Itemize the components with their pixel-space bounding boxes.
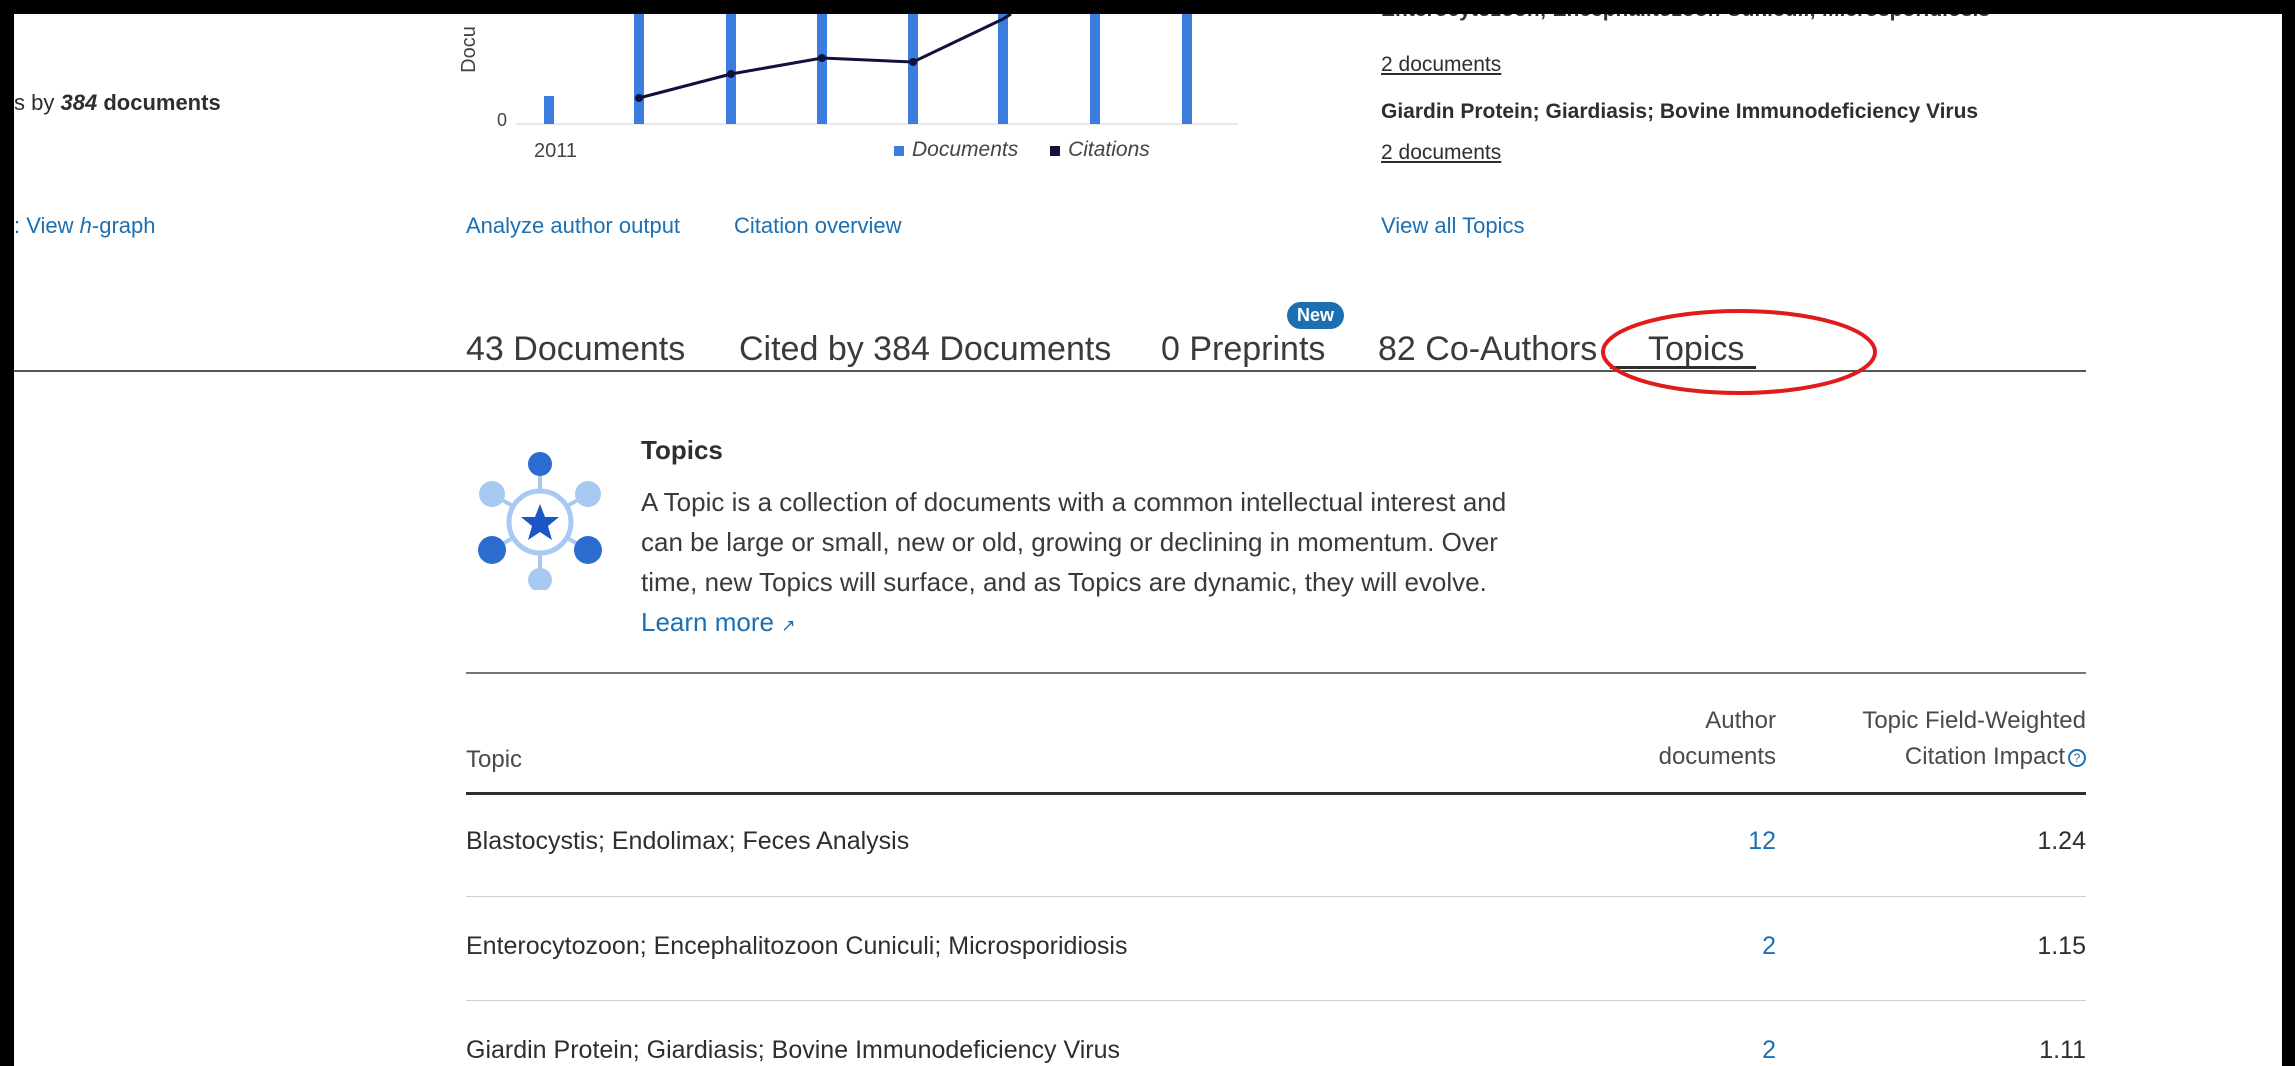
new-badge: New	[1287, 302, 1345, 329]
bar	[1182, 14, 1192, 124]
row-1-topic: Blastocystis; Endolimax; Feces Analysis	[466, 827, 910, 855]
tab-co-authors[interactable]: 82 Co-Authors	[1378, 330, 1597, 369]
cited-by-summary: s by 384 documents	[14, 90, 221, 116]
table-header-rule	[466, 792, 2086, 795]
view-h-graph-link[interactable]: View h-graph	[26, 213, 155, 238]
topic-partial-text: Enterocytozoon; Encephalitozoon Cuniculi…	[1381, 14, 1990, 22]
bar	[726, 14, 736, 124]
tab-documents[interactable]: 43 Documents	[466, 330, 685, 369]
row-2-author-documents-link[interactable]: 2	[1614, 932, 1776, 961]
citation-overview-link[interactable]: Citation overview	[734, 213, 902, 239]
h-graph-view-text: View	[26, 213, 74, 238]
bar	[817, 14, 827, 124]
bar	[998, 14, 1008, 124]
h-graph-rest: -graph	[91, 213, 156, 238]
row-divider	[466, 896, 2086, 897]
topic-2-documents-link[interactable]: 2 documents	[1381, 141, 1501, 165]
bar	[1090, 14, 1100, 124]
col-header-author-line1: Author	[1705, 707, 1776, 734]
h-graph-h: h	[79, 213, 92, 238]
citation-point	[727, 70, 735, 78]
external-link-icon: ↗	[781, 616, 796, 635]
bar	[634, 14, 644, 124]
topics-info-line-3: time, new Topics will surface, and as To…	[641, 567, 1487, 597]
chart-bars	[544, 14, 1192, 124]
col-header-author-documents: Author documents	[1564, 703, 1776, 775]
view-all-topics-link[interactable]: View all Topics	[1381, 213, 1524, 239]
row-3-fwci: 1.11	[2039, 1036, 2086, 1064]
help-icon[interactable]: ?	[2068, 748, 2086, 767]
legend-documents: Documents	[912, 138, 1019, 161]
legend-documents-swatch	[894, 146, 904, 156]
author-chart: Docu 0 2011 Documents Citations	[458, 14, 1246, 164]
col-header-author-line2: documents	[1658, 743, 1776, 770]
row-2-topic: Enterocytozoon; Encephalitozoon Cuniculi…	[466, 932, 1128, 960]
row-1-fwci: 1.24	[2037, 827, 2086, 855]
row-3-topic: Giardin Protein; Giardiasis; Bovine Immu…	[466, 1036, 1120, 1064]
page-frame: s by 384 documents : View h-graph Docu 0	[14, 14, 2282, 1066]
row-3-author-documents-link[interactable]: 2	[1614, 1036, 1776, 1065]
col-header-fwci: Topic Field-Weighted Citation Impact?	[1784, 703, 2086, 775]
cited-by-count: 384	[60, 90, 98, 115]
topics-info-line-1: A Topic is a collection of documents wit…	[641, 487, 1507, 517]
analyze-author-output-link[interactable]: Analyze author output	[466, 213, 680, 239]
bar	[544, 96, 554, 124]
citation-point	[635, 94, 643, 102]
tab-cited-by[interactable]: Cited by 384 Documents	[739, 330, 1111, 369]
col-header-fwci-line1: Topic Field-Weighted	[1862, 707, 2086, 734]
topic-2-title: Giardin Protein; Giardiasis; Bovine Immu…	[1381, 100, 1979, 123]
cited-by-text: s by	[14, 90, 55, 115]
row-divider	[466, 1000, 2086, 1001]
col-header-fwci-line2: Citation Impact	[1904, 743, 2065, 770]
topic-1-documents-link[interactable]: 2 documents	[1381, 53, 1501, 77]
learn-more-label: Learn more	[641, 607, 774, 637]
legend-citations-swatch	[1050, 146, 1061, 156]
table-top-rule	[466, 672, 2086, 674]
chart-x-tick-2011: 2011	[534, 140, 578, 162]
citation-point	[909, 58, 917, 66]
topics-info-description: A Topic is a collection of documents wit…	[641, 482, 1506, 646]
learn-more-link[interactable]: Learn more ↗	[641, 607, 795, 637]
topics-network-icon	[478, 452, 602, 590]
bar	[908, 14, 918, 124]
h-graph-separator: :	[14, 213, 21, 238]
col-header-topic: Topic	[466, 746, 523, 773]
chart-legend: Documents Citations	[894, 138, 1150, 162]
citation-point	[818, 54, 826, 62]
row-1-author-documents-link[interactable]: 12	[1614, 827, 1776, 856]
topic-partial-title: Enterocytozoon; Encephalitozoon Cuniculi…	[1381, 14, 2081, 28]
red-annotation-circle	[1601, 309, 1877, 395]
row-2-fwci: 1.15	[2037, 932, 2086, 960]
topics-info-line-2: can be large or small, new or old, growi…	[641, 527, 1498, 557]
tab-preprints[interactable]: 0 Preprints	[1161, 330, 1325, 369]
topics-info-heading: Topics	[641, 435, 723, 465]
legend-citations: Citations	[1068, 138, 1150, 161]
h-graph-link-row: : View h-graph	[14, 213, 156, 239]
cited-by-suffix: documents	[103, 90, 221, 115]
